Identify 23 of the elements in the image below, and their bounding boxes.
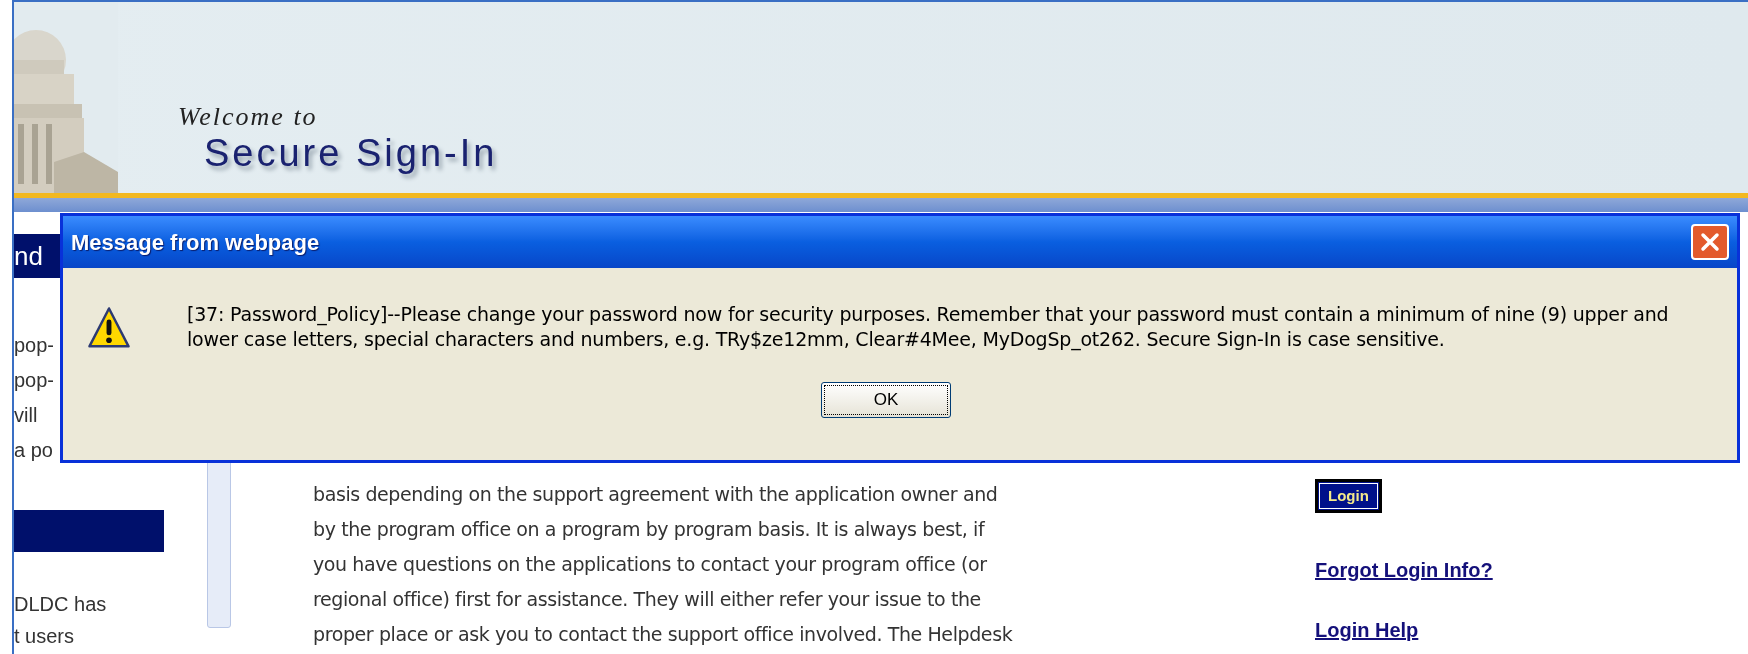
warning-icon	[87, 306, 131, 350]
welcome-text: Welcome to	[178, 104, 319, 130]
sidebar-text: a po	[14, 438, 53, 463]
help-link[interactable]: Forgot Login Info?	[1315, 555, 1493, 585]
dialog-title: Message from webpage	[71, 228, 320, 257]
site-title: Secure Sign-In	[204, 134, 498, 172]
dialog-message: [37: Password_Policy]--Please change your password now for security purposes. Remember that your password must contain a minimum of nine (9) upper and lower case letters, special characters and numbers, e.g. TRy$ze12mm, Clear#4Mee, MyDogSp_ot262. Secure Sign-In is case sensitive.	[187, 302, 1670, 352]
paragraph-line: regional office) first for assistance. They will either refer your issue to the	[313, 587, 982, 612]
sidebar-text: vill	[14, 403, 38, 428]
login-button[interactable]: Login	[1315, 479, 1382, 513]
ok-button[interactable]: OK	[821, 382, 951, 418]
paragraph-line: you have questions on the applications to contact your program office (or	[313, 552, 988, 577]
paragraph-line: proper place or ask you to contact the support office involved. The Helpdesk	[313, 622, 1014, 647]
close-icon	[1700, 232, 1720, 252]
sidebar-text: DLDC has	[14, 592, 107, 617]
sidebar-text: t users	[14, 624, 75, 649]
paragraph-line: basis depending on the support agreement with the application owner and	[313, 482, 999, 507]
close-button[interactable]	[1691, 224, 1729, 260]
sidebar-text: pop-	[14, 368, 55, 393]
sidebar-heading-text: nd	[14, 239, 43, 273]
sidebar-text: pop-	[14, 333, 55, 358]
paragraph-line: by the program office on a program by program basis. It is always best, if	[313, 517, 986, 542]
help-link[interactable]: Login Help	[1315, 615, 1419, 645]
